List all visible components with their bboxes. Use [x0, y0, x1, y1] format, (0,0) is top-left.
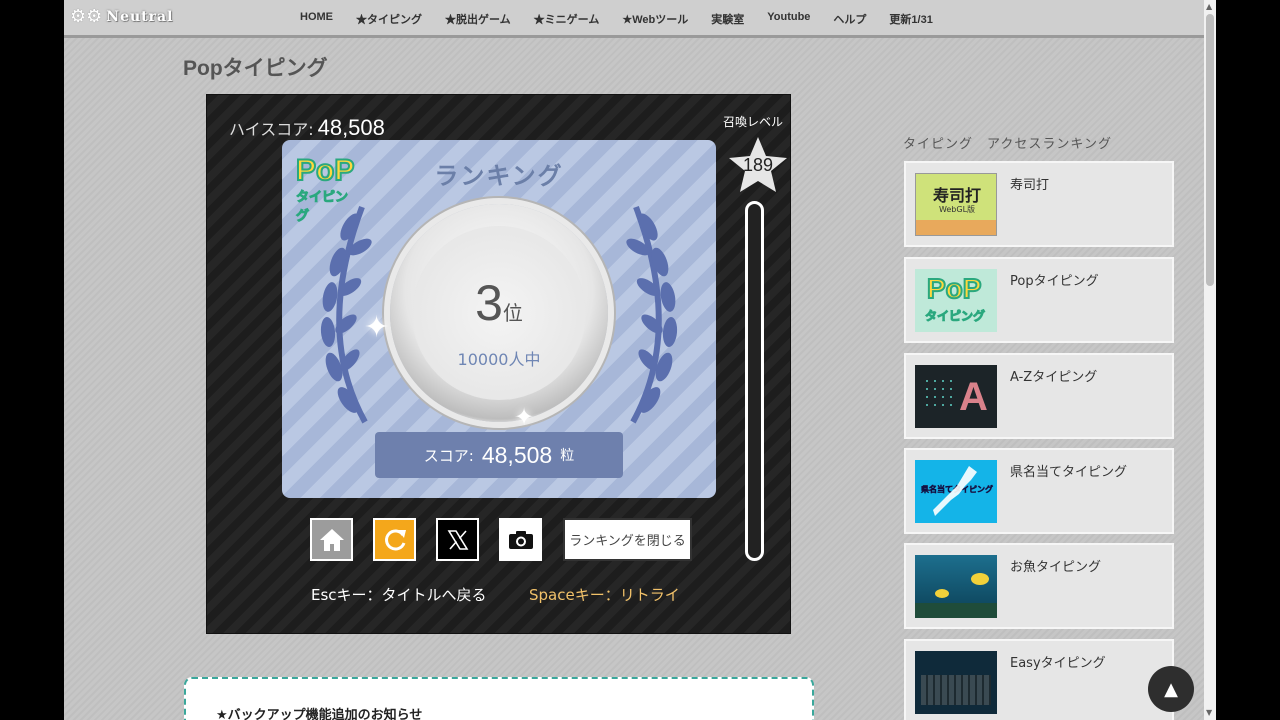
summon-level-value: 189 [742, 155, 774, 175]
nav-youtube[interactable]: Youtube [767, 11, 810, 27]
sushi-plates [916, 220, 996, 235]
nav-updates[interactable]: 更新1/31 [889, 11, 932, 27]
home-icon [319, 528, 344, 551]
retry-icon [384, 529, 406, 550]
fish-icon [935, 589, 949, 598]
japan-map-icon [933, 466, 977, 516]
seabed [915, 603, 997, 618]
nav-mini-games[interactable]: ★ミニゲーム [534, 11, 600, 27]
score-value: 48,508 [481, 441, 553, 468]
page-title: Popタイピング [183, 57, 328, 80]
sidebar-item-title: 寿司打 [1010, 178, 1050, 193]
camera-icon [508, 530, 533, 549]
sidebar-item-prefecture-typing[interactable]: 県名当てタイピング 県名当てタイピング [904, 448, 1174, 534]
scrollbar-thumb[interactable] [1206, 14, 1214, 286]
sidebar-item-title: 県名当てタイピング [1010, 465, 1128, 480]
rank-total-players: 10000人中 [457, 350, 541, 369]
rank-unit: 位 [502, 301, 523, 325]
scroll-down-arrow-icon[interactable]: ▼ [1206, 708, 1212, 717]
sidebar-item-title: A-Zタイピング [1010, 370, 1098, 385]
game-frame[interactable]: ハイスコア:48,508 召喚レベル 189 PoP タイピング ランキング [206, 94, 791, 634]
space-key-hint: Spaceキー：リトライ [529, 586, 680, 604]
nav-help[interactable]: ヘルプ [833, 11, 866, 27]
page-scrollbar[interactable]: ▲ ▼ [1204, 0, 1216, 720]
sidebar-item-fish-typing[interactable]: お魚タイピング [904, 543, 1174, 629]
confetti [923, 377, 953, 407]
laurel-right-icon [626, 205, 678, 424]
home-button[interactable] [310, 518, 353, 561]
retry-button[interactable] [373, 518, 416, 561]
a-z-typing-thumbnail: A [915, 365, 997, 428]
back-to-top-button[interactable]: ▲ [1148, 666, 1194, 712]
nav-web-tools[interactable]: ★Webツール [622, 11, 688, 27]
sidebar-item-easy-typing[interactable]: Easyタイピング [904, 639, 1174, 720]
gear-icon: ⚙⚙ [70, 6, 103, 27]
sidebar-item-a-z-typing[interactable]: A A-Zタイピング [904, 353, 1174, 439]
sidebar-item-pop-typing[interactable]: PoP タイピング Popタイピング [904, 257, 1174, 343]
sparkle-icon: ✦ [364, 310, 390, 345]
pop-thumb-sub: タイピング [924, 309, 986, 324]
fish-typing-thumbnail [915, 555, 997, 618]
arrow-up-icon: ▲ [1164, 678, 1178, 700]
fish-icon [971, 573, 989, 585]
main-nav: HOME ★タイピング ★脱出ゲーム ★ミニゲーム ★Webツール 実験室 Yo… [300, 11, 956, 27]
ranking-title: ランキング [434, 162, 564, 190]
rank-number: 3 [475, 275, 503, 331]
easy-typing-thumbnail [915, 651, 997, 714]
backup-notice-link[interactable]: ★バックアップ機能追加のお知らせ [216, 704, 422, 720]
pop-typing-thumbnail: PoP タイピング [915, 269, 997, 332]
summon-level-badge: 189 [728, 137, 788, 193]
sushida-thumb-sub: WebGL版 [938, 205, 976, 214]
score-display: スコア: 48,508 粒 [375, 432, 623, 478]
browser-viewport: ⚙⚙ Neutral HOME ★タイピング ★脱出ゲーム ★ミニゲーム ★We… [64, 0, 1204, 720]
esc-key-hint: Escキー：タイトルへ戻る [311, 586, 487, 604]
sidebar-item-sushida[interactable]: 寿司打 WebGL版 寿司打 [904, 161, 1174, 247]
sparkle-icon: ✦ [514, 403, 535, 431]
high-score-value: 48,508 [317, 115, 385, 140]
high-score: ハイスコア: 48,508 [229, 115, 385, 141]
keyboard-icon [921, 675, 991, 705]
summon-level-label: 召喚レベル [723, 115, 784, 129]
sidebar-item-title: Popタイピング [1010, 274, 1099, 289]
sidebar-item-title: お魚タイピング [1010, 560, 1102, 575]
pop-thumb-text: PoP [926, 272, 982, 305]
sidebar-heading: タイピング アクセスランキング [903, 137, 1112, 152]
nav-home[interactable]: HOME [300, 11, 333, 27]
silver-medal: 3位 10000人中 [390, 204, 608, 422]
site-logo[interactable]: ⚙⚙ Neutral [70, 8, 173, 26]
score-unit: 粒 [560, 448, 575, 464]
x-logo-icon [447, 529, 468, 550]
sushida-thumbnail: 寿司打 WebGL版 [915, 173, 997, 236]
rank-position: 3位 [390, 274, 608, 332]
site-logo-text: Neutral [106, 9, 174, 25]
sushida-thumb-text: 寿司打 [932, 186, 981, 205]
a-z-thumb-text: A [959, 375, 988, 419]
scroll-up-arrow-icon[interactable]: ▲ [1206, 2, 1212, 11]
notice-box: ★バックアップ機能追加のお知らせ [184, 677, 814, 720]
close-ranking-button[interactable]: ランキングを閉じる [563, 518, 692, 561]
black-margin [1216, 0, 1280, 720]
share-x-button[interactable] [436, 518, 479, 561]
screenshot-button[interactable] [499, 518, 542, 561]
top-navigation-bar: ⚙⚙ Neutral HOME ★タイピング ★脱出ゲーム ★ミニゲーム ★We… [64, 0, 1204, 38]
prefecture-typing-thumbnail: 県名当てタイピング [915, 460, 997, 523]
nav-escape-games[interactable]: ★脱出ゲーム [445, 11, 511, 27]
nav-typing[interactable]: ★タイピング [356, 11, 422, 27]
nav-lab[interactable]: 実験室 [711, 11, 744, 27]
ranking-panel: PoP タイピング ランキング 3位 10000人中 ✦ ✦ スコア: 48,5… [282, 140, 716, 498]
score-label: スコア: [423, 446, 474, 465]
sidebar-item-title: Easyタイピング [1010, 656, 1106, 671]
summon-gauge [745, 201, 764, 561]
high-score-label: ハイスコア: [229, 120, 314, 139]
